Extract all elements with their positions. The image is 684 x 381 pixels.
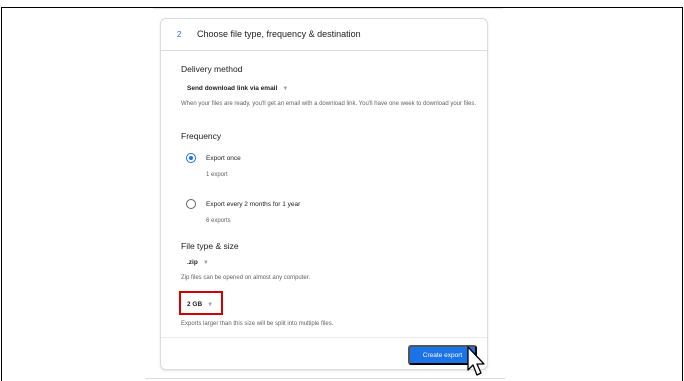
chevron-down-icon: ▼ [202, 259, 209, 266]
step-title: Choose file type, frequency & destinatio… [197, 29, 361, 39]
delivery-help-text: When your files are ready, you'll get an… [181, 101, 477, 107]
chevron-down-icon: ▼ [282, 85, 289, 92]
delivery-method-heading: Delivery method [181, 64, 243, 74]
card-footer-divider [161, 337, 487, 338]
size-select-highlight [179, 291, 223, 315]
delivery-method-select[interactable]: Send download link via email ▼ [187, 85, 288, 92]
frequency-heading: Frequency [181, 131, 222, 141]
mouse-pointer-icon [467, 346, 485, 376]
file-type-select[interactable]: .zip ▼ [187, 259, 209, 266]
export-once-radio[interactable] [186, 153, 196, 163]
file-type-value: .zip [187, 259, 198, 266]
panel-edge [153, 8, 503, 18]
file-type-help-text: Zip files can be opened on almost any co… [181, 275, 311, 281]
step-number: 2 [177, 30, 182, 39]
export-recurring-label[interactable]: Export every 2 months for 1 year [206, 201, 300, 208]
export-recurring-radio[interactable] [186, 199, 196, 209]
page-bottom-divider [145, 378, 505, 379]
export-settings-card: 2 Choose file type, frequency & destinat… [160, 18, 488, 370]
step-header[interactable]: 2 Choose file type, frequency & destinat… [161, 19, 487, 51]
file-size-help-text: Exports larger than this size will be sp… [181, 321, 334, 327]
export-once-label[interactable]: Export once [206, 155, 241, 162]
export-once-count: 1 export [206, 172, 228, 178]
export-recurring-count: 6 exports [206, 218, 231, 224]
file-type-heading: File type & size [181, 241, 239, 251]
delivery-method-value: Send download link via email [187, 85, 278, 92]
